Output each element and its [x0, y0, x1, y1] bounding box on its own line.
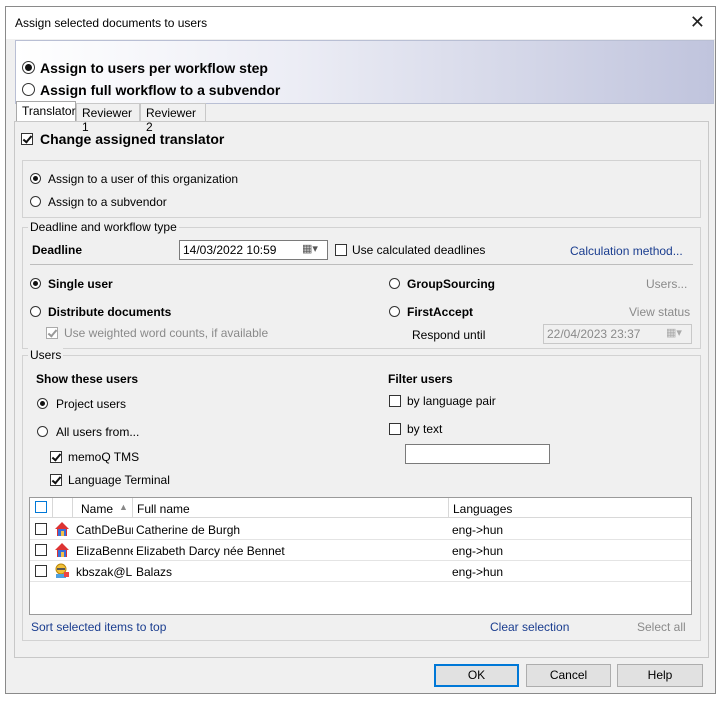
language-terminal-checkbox[interactable]: [50, 474, 62, 486]
filter-users-label: Filter users: [388, 372, 453, 386]
full-workflow-radio[interactable]: [22, 83, 35, 96]
groupsourcing-radio[interactable]: [389, 278, 400, 289]
help-button[interactable]: Help: [617, 664, 703, 687]
user-badge-icon: [53, 561, 73, 582]
per-step-label[interactable]: Assign to users per workflow step: [40, 60, 268, 76]
deadline-group-title: Deadline and workflow type: [28, 220, 179, 234]
header-name[interactable]: Name ▲: [73, 498, 133, 518]
distribute-radio[interactable]: [30, 306, 41, 317]
close-icon[interactable]: ✕: [690, 12, 705, 32]
house-icon: [53, 519, 73, 540]
deadline-value: 14/03/2022 10:59: [183, 243, 277, 257]
row-full-name: Elizabeth Darcy née Bennet: [133, 540, 449, 561]
table-row[interactable]: [30, 540, 53, 561]
ok-button[interactable]: OK: [434, 664, 519, 687]
use-calculated-checkbox[interactable]: [335, 244, 347, 256]
subvendor-label[interactable]: Assign to a subvendor: [48, 195, 167, 209]
table-row[interactable]: [30, 519, 53, 540]
deadline-label: Deadline: [32, 243, 83, 257]
language-terminal-label[interactable]: Language Terminal: [68, 473, 170, 487]
single-user-radio[interactable]: [30, 278, 41, 289]
view-status-link[interactable]: View status: [629, 305, 690, 319]
row-name: ElizaBenne: [73, 540, 133, 561]
row-checkbox[interactable]: [35, 544, 47, 556]
by-text-label[interactable]: by text: [407, 422, 442, 436]
by-language-pair-checkbox[interactable]: [389, 395, 401, 407]
firstaccept-label[interactable]: FirstAccept: [407, 305, 473, 319]
tab-translator[interactable]: Translator: [16, 101, 76, 122]
calendar-icon[interactable]: ▦▾: [302, 242, 318, 255]
all-users-label[interactable]: All users from...: [56, 425, 139, 439]
header-name-label: Name: [81, 502, 114, 516]
row-languages: eng->hun: [449, 540, 691, 561]
select-all-checkbox[interactable]: [35, 501, 47, 513]
header-icon-column: [53, 498, 73, 518]
respond-until-picker[interactable]: 22/04/2023 23:37 ▦▾: [543, 324, 692, 344]
respond-until-label: Respond until: [412, 328, 486, 342]
row-full-name: Balazs: [133, 561, 449, 582]
row-checkbox[interactable]: [35, 565, 47, 577]
project-users-radio[interactable]: [37, 398, 48, 409]
row-checkbox[interactable]: [35, 523, 47, 535]
org-user-radio[interactable]: [30, 173, 41, 184]
tab-reviewer-2[interactable]: Reviewer 2: [140, 103, 206, 134]
header-full-name[interactable]: Full name: [133, 498, 449, 518]
table-row[interactable]: [30, 561, 53, 582]
assignment-mode-banner: Assign to users per workflow step Assign…: [15, 40, 714, 104]
memoq-tms-label[interactable]: memoQ TMS: [68, 450, 139, 464]
weighted-checkbox[interactable]: [46, 327, 58, 339]
tab-reviewer-1[interactable]: Reviewer 1: [76, 103, 140, 134]
deadline-picker[interactable]: 14/03/2022 10:59 ▦▾: [179, 240, 328, 260]
change-assigned-label[interactable]: Change assigned translator: [40, 131, 224, 147]
memoq-tms-checkbox[interactable]: [50, 451, 62, 463]
calculation-method-link[interactable]: Calculation method...: [570, 244, 683, 258]
window-title: Assign selected documents to users: [15, 16, 208, 30]
single-user-label[interactable]: Single user: [48, 277, 113, 291]
select-all-link[interactable]: Select all: [637, 620, 686, 634]
title-bar: Assign selected documents to users ✕: [6, 7, 715, 39]
row-languages: eng->hun: [449, 561, 691, 582]
full-workflow-label[interactable]: Assign full workflow to a subvendor: [40, 82, 280, 98]
distribute-label[interactable]: Distribute documents: [48, 305, 171, 319]
users-link[interactable]: Users...: [646, 277, 687, 291]
firstaccept-radio[interactable]: [389, 306, 400, 317]
project-users-label[interactable]: Project users: [56, 397, 126, 411]
row-name: kbszak@L: [73, 561, 133, 582]
show-users-label: Show these users: [36, 372, 139, 386]
row-languages: eng->hun: [449, 519, 691, 540]
by-text-checkbox[interactable]: [389, 423, 401, 435]
use-calculated-label[interactable]: Use calculated deadlines: [352, 243, 485, 257]
users-table: Name ▲ Full name Languages CathDeBur Cat…: [29, 497, 692, 615]
deadline-separator: [30, 264, 693, 265]
change-assigned-checkbox[interactable]: [21, 133, 33, 145]
house-icon: [53, 540, 73, 561]
assign-to-group: [22, 160, 701, 218]
clear-selection-link[interactable]: Clear selection: [490, 620, 569, 634]
sort-selected-link[interactable]: Sort selected items to top: [31, 620, 166, 634]
respond-until-value: 22/04/2023 23:37: [547, 327, 641, 341]
calendar-icon[interactable]: ▦▾: [666, 326, 682, 339]
row-full-name: Catherine de Burgh: [133, 519, 449, 540]
filter-text-input[interactable]: [405, 444, 550, 464]
header-select-all[interactable]: [30, 498, 53, 518]
header-languages[interactable]: Languages: [449, 498, 691, 518]
subvendor-radio[interactable]: [30, 196, 41, 207]
cancel-button[interactable]: Cancel: [526, 664, 611, 687]
groupsourcing-label[interactable]: GroupSourcing: [407, 277, 495, 291]
sort-ascending-icon: ▲: [119, 502, 128, 512]
org-user-label[interactable]: Assign to a user of this organization: [48, 172, 238, 186]
row-name: CathDeBur: [73, 519, 133, 540]
weighted-label[interactable]: Use weighted word counts, if available: [64, 326, 268, 340]
per-step-radio[interactable]: [22, 61, 35, 74]
all-users-radio[interactable]: [37, 426, 48, 437]
users-group-title: Users: [28, 348, 64, 362]
by-language-pair-label[interactable]: by language pair: [407, 394, 496, 408]
